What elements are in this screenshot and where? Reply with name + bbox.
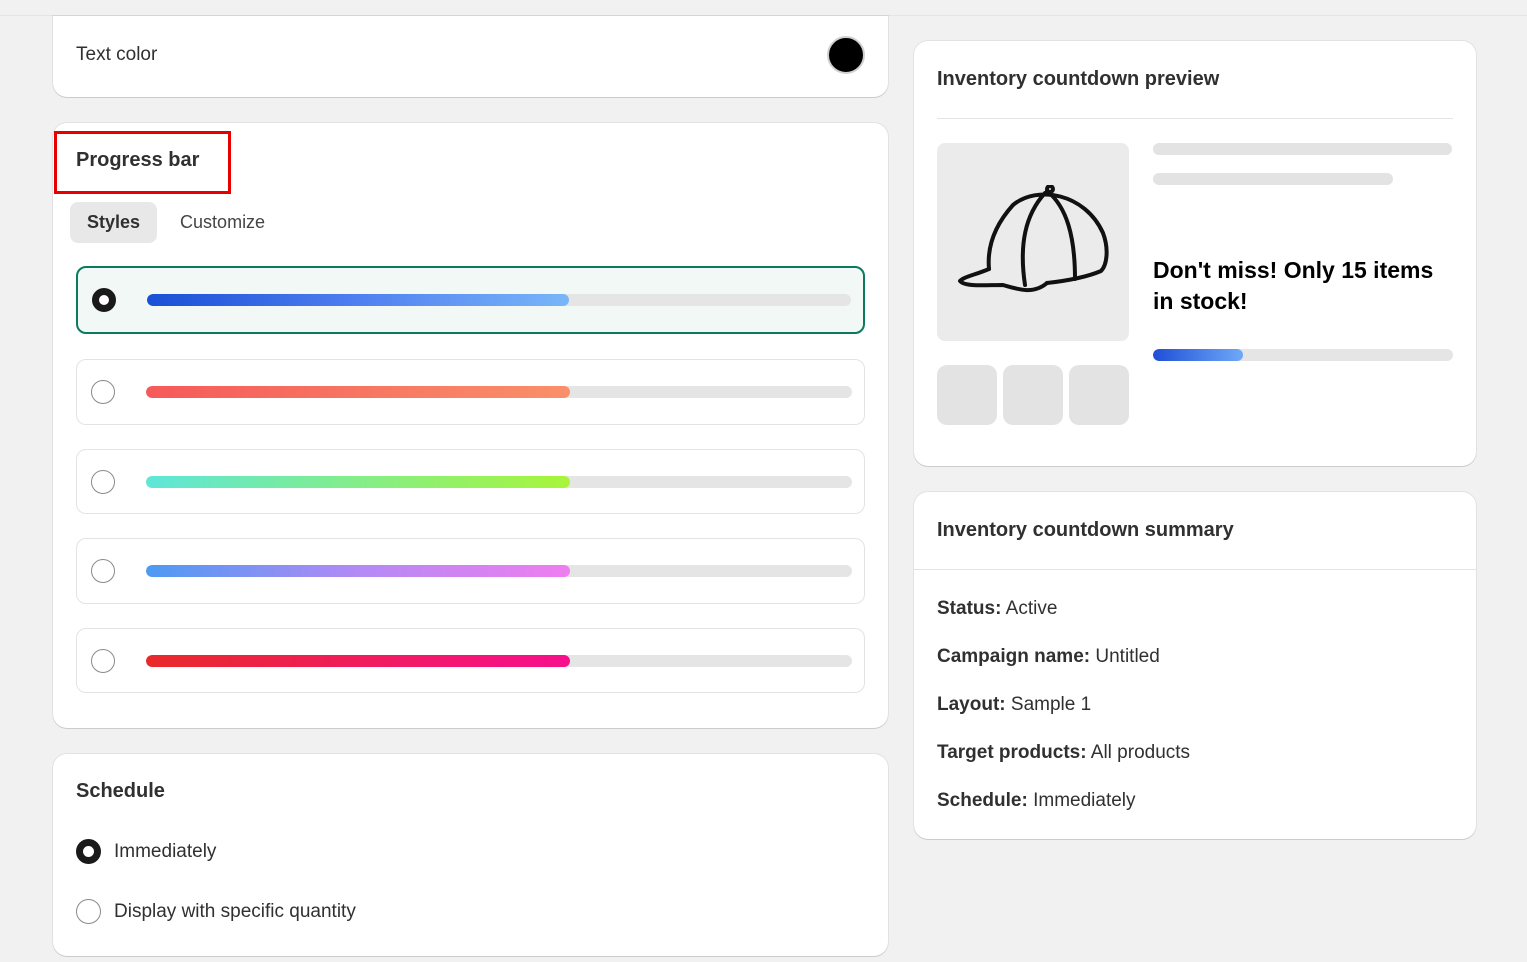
preview-title: Inventory countdown preview <box>937 68 1220 90</box>
divider <box>914 569 1476 570</box>
summary-key: Campaign name: <box>937 646 1091 667</box>
style-fill <box>146 654 570 667</box>
style-radio[interactable] <box>91 380 115 404</box>
summary-row-schedule: Schedule: Immediately <box>937 790 1136 812</box>
progress-bar-card: Progress bar Styles Customize <box>53 123 888 728</box>
thumbnail[interactable] <box>937 365 997 425</box>
top-bar <box>0 0 1527 16</box>
schedule-radio[interactable] <box>76 899 101 924</box>
summary-value: Untitled <box>1095 646 1160 667</box>
tab-customize[interactable]: Customize <box>163 202 282 243</box>
preview-message: Don't miss! Only 15 items in stock! <box>1153 257 1434 314</box>
cap-icon <box>958 185 1109 292</box>
summary-title: Inventory countdown summary <box>937 519 1234 541</box>
style-fill <box>146 565 570 577</box>
schedule-card: Schedule Immediately Display with specif… <box>53 754 888 956</box>
schedule-option-immediately[interactable]: Immediately <box>76 839 216 864</box>
style-radio[interactable] <box>91 648 115 673</box>
style-radio[interactable] <box>91 469 115 494</box>
preview-progress-fill <box>1153 349 1243 361</box>
schedule-option-label: Display with specific quantity <box>114 900 356 922</box>
summary-value: All products <box>1090 742 1191 763</box>
style-option-5[interactable] <box>76 628 865 693</box>
style-option-1[interactable] <box>76 266 865 334</box>
text-color-swatch[interactable] <box>827 36 865 74</box>
style-track <box>147 294 851 306</box>
tab-styles[interactable]: Styles <box>70 202 158 243</box>
preview-card: Inventory countdown preview Don't miss! … <box>914 41 1476 466</box>
summary-row-status: Status: Active <box>937 598 1057 620</box>
style-radio[interactable] <box>92 288 116 312</box>
style-option-2[interactable] <box>76 359 865 425</box>
style-option-3[interactable] <box>76 449 865 514</box>
thumbnail[interactable] <box>1069 365 1129 425</box>
style-track <box>146 475 852 488</box>
summary-card: Inventory countdown summary Status: Acti… <box>914 492 1476 839</box>
style-track <box>146 386 852 398</box>
schedule-option-quantity[interactable]: Display with specific quantity <box>76 899 356 924</box>
thumbnail[interactable] <box>1003 365 1063 425</box>
product-image <box>937 143 1129 341</box>
text-color-label: Text color <box>76 44 158 65</box>
style-fill <box>146 386 570 398</box>
summary-key: Target products: <box>937 742 1087 763</box>
divider <box>937 118 1453 119</box>
summary-row-layout: Layout: Sample 1 <box>937 694 1091 716</box>
style-radio[interactable] <box>91 559 115 583</box>
skeleton-line <box>1153 173 1393 185</box>
summary-key: Status: <box>937 598 1002 619</box>
summary-key: Layout: <box>937 694 1006 715</box>
summary-row-target: Target products: All products <box>937 742 1190 764</box>
schedule-option-label: Immediately <box>114 840 217 862</box>
style-fill <box>147 294 570 306</box>
text-color-card: Text color <box>53 16 888 97</box>
preview-progress-track <box>1153 349 1453 361</box>
style-fill <box>146 475 570 488</box>
summary-row-campaign: Campaign name: Untitled <box>937 646 1160 668</box>
summary-value: Active <box>1005 598 1058 619</box>
progress-bar-title: Progress bar <box>76 149 200 171</box>
skeleton-line <box>1153 143 1452 155</box>
schedule-radio[interactable] <box>76 839 101 864</box>
style-track <box>146 565 852 577</box>
schedule-title: Schedule <box>76 780 165 802</box>
summary-value: Immediately <box>1033 790 1136 811</box>
style-track <box>146 654 852 667</box>
style-option-4[interactable] <box>76 538 865 604</box>
summary-value: Sample 1 <box>1010 694 1092 715</box>
summary-key: Schedule: <box>937 790 1028 811</box>
progress-tabs: Styles Customize <box>70 202 282 243</box>
